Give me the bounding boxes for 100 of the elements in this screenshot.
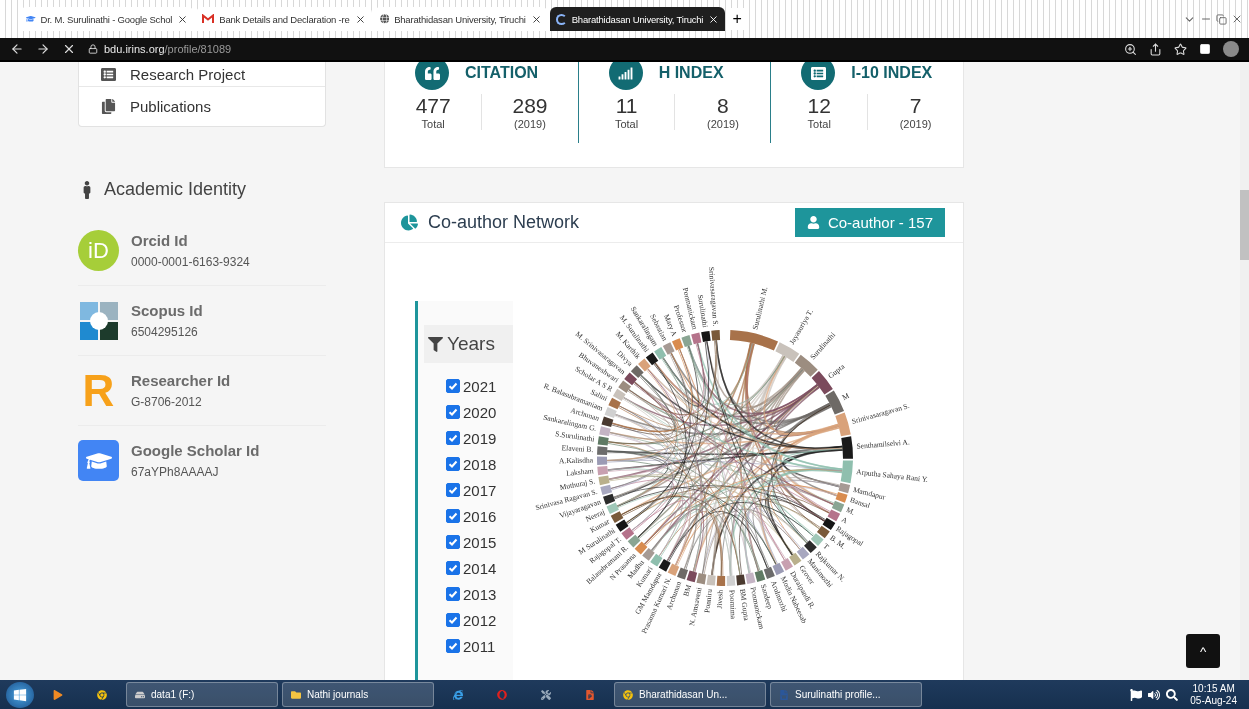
star-icon[interactable] (1174, 42, 1187, 56)
card-title: Co-author Network (428, 212, 581, 233)
play-icon (53, 689, 63, 700)
browser-tab[interactable]: Bharathidasan University, Tiruchi (549, 7, 726, 31)
list-icon (810, 65, 826, 81)
year-checkbox[interactable]: 2016 (424, 503, 513, 529)
quote-icon (424, 65, 440, 81)
scrollbar-thumb[interactable] (1240, 190, 1249, 260)
browser-tab[interactable]: Bank Details and Declaration -re (196, 7, 372, 31)
filter-title: Years (447, 333, 495, 355)
taskbar-button[interactable]: Nathi journals (282, 682, 434, 707)
stat-value: 8 (717, 94, 729, 118)
stat-title: I-10 INDEX (851, 64, 933, 82)
identity-value: 0000-0001-6163-9324 (131, 255, 250, 269)
menu-item[interactable]: Publications (79, 86, 325, 126)
taskbar-button[interactable]: Bharathidasan Un... (614, 682, 766, 707)
checkbox[interactable] (446, 561, 460, 575)
identity-label: Scopus Id (131, 302, 203, 319)
list-icon (101, 66, 116, 82)
close-icon[interactable] (530, 13, 542, 25)
search-icon[interactable] (1166, 688, 1179, 701)
stat-value: 12 (807, 94, 831, 118)
scroll-top-button[interactable]: ^ (1186, 634, 1221, 668)
browser-tab[interactable]: Dr. M. Surulinathi - Google Schol (20, 7, 195, 31)
checkbox[interactable] (446, 483, 460, 497)
stat-label: (2019) (707, 118, 739, 130)
year-checkbox[interactable]: 2019 (424, 425, 513, 451)
close-icon[interactable] (708, 13, 720, 25)
stat-value: 7 (909, 94, 922, 118)
user-icon (806, 216, 820, 229)
mail-logo-icon (202, 14, 215, 24)
stat-label: Total (614, 118, 639, 130)
stat-title: H INDEX (658, 64, 724, 82)
close-icon[interactable] (177, 13, 189, 25)
restore-icon[interactable] (1216, 13, 1227, 25)
forward-icon[interactable] (36, 42, 50, 56)
share-icon[interactable] (1149, 42, 1162, 56)
checkbox[interactable] (446, 379, 460, 393)
loading-spinner-icon (555, 13, 567, 25)
year-checkbox[interactable]: 2012 (424, 607, 513, 633)
checkbox[interactable] (446, 509, 460, 523)
checkbox[interactable] (446, 613, 460, 627)
flag-icon[interactable] (1130, 688, 1143, 701)
graduation-cap-icon (26, 14, 36, 24)
presentation-icon (585, 689, 595, 700)
stat-label: (2019) (514, 118, 546, 130)
globe-icon (379, 14, 390, 24)
chrome-icon (97, 689, 107, 700)
scopus-logo-icon (78, 300, 119, 341)
taskbar-button[interactable]: data1 (F:) (126, 682, 278, 707)
year-checkbox[interactable]: 2014 (424, 555, 513, 581)
checkbox[interactable] (446, 431, 460, 445)
folder-icon (291, 689, 301, 700)
url-text: bdu.irins.org/profile/81089 (104, 43, 232, 55)
square-icon[interactable] (1199, 43, 1211, 55)
year-checkbox[interactable]: 2011 (424, 633, 513, 659)
scholar-logo-icon (78, 440, 119, 481)
coauthor-count-button[interactable]: Co-author - 157 (794, 208, 945, 237)
year-checkbox[interactable]: 2017 (424, 477, 513, 503)
year-checkbox[interactable]: 2020 (424, 399, 513, 425)
e-logo-icon (453, 689, 463, 700)
logo-icon: R (78, 370, 119, 411)
speaker-icon[interactable] (1148, 688, 1161, 701)
filter-icon (428, 336, 443, 352)
stat-value: 11 (615, 94, 638, 118)
menu-item[interactable]: Research Project (79, 62, 325, 86)
identity-value: G-8706-2012 (131, 395, 203, 409)
checkbox[interactable] (446, 587, 460, 601)
clock[interactable]: 10:15 AM 05-Aug-24 (1184, 682, 1243, 707)
zoom-icon[interactable] (1124, 42, 1137, 56)
tools-icon (541, 689, 551, 700)
stat-label: Total (807, 118, 831, 130)
checkbox[interactable] (446, 457, 460, 471)
checkbox[interactable] (446, 639, 460, 653)
avatar-icon[interactable] (1223, 41, 1239, 57)
taskbar-button[interactable]: Surulinathi profile... (770, 682, 922, 707)
stat-value: 477 (415, 94, 451, 118)
identity-label: Google Scholar Id (131, 442, 260, 459)
stop-icon[interactable] (62, 42, 76, 56)
stat-value: 289 (512, 94, 548, 118)
year-checkbox[interactable]: 2013 (424, 581, 513, 607)
stat-title: CITATION (465, 64, 539, 82)
drive-icon (135, 689, 145, 700)
identity-label: Researcher Id (131, 372, 231, 389)
o-logo-icon (497, 689, 507, 700)
back-icon[interactable] (10, 42, 24, 56)
documents-icon (101, 99, 116, 114)
checkbox[interactable] (446, 535, 460, 549)
section-title: Academic Identity (104, 179, 247, 200)
checkbox[interactable] (446, 405, 460, 419)
identity-label: Orcid Id (131, 232, 189, 249)
start-button[interactable] (6, 681, 34, 708)
year-checkbox[interactable]: 2021 (424, 373, 513, 399)
close-icon[interactable] (354, 13, 366, 25)
stat-label: (2019) (899, 118, 932, 130)
year-checkbox[interactable]: 2015 (424, 529, 513, 555)
identity-value: 6504295126 (131, 325, 199, 339)
windows-logo-icon (13, 687, 27, 702)
year-checkbox[interactable]: 2018 (424, 451, 513, 477)
document-icon (779, 689, 789, 700)
